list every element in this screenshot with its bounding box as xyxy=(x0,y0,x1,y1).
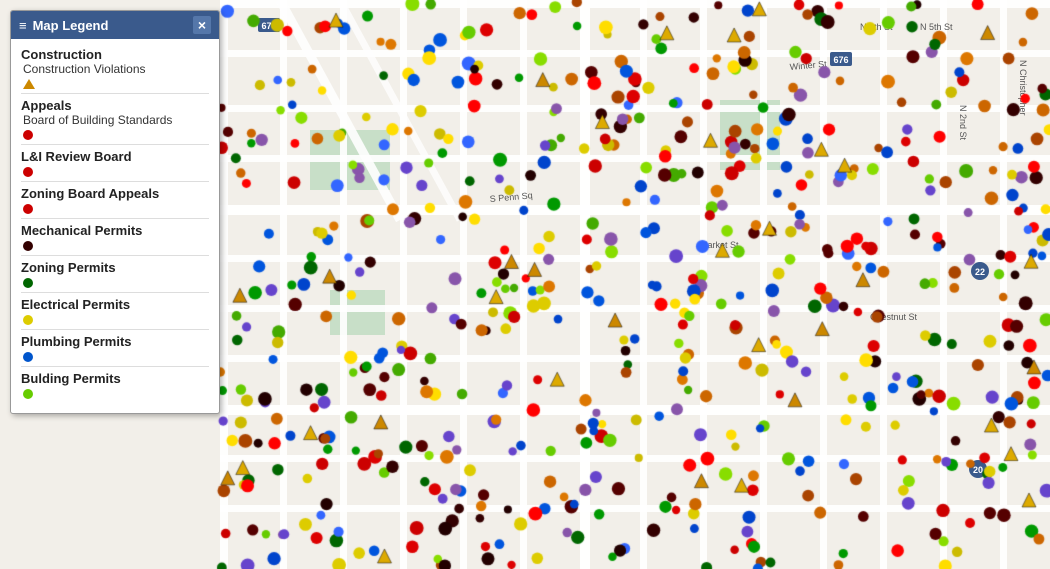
legend-category-zoning-permits: Zoning Permits xyxy=(21,260,209,288)
legend-category-appeals: Appeals Board of Building Standards xyxy=(21,98,209,140)
dot-icon-li xyxy=(23,167,33,177)
legend-category-title-mechanical: Mechanical Permits xyxy=(21,223,209,238)
legend-header: ≡ Map Legend × xyxy=(11,11,219,39)
legend-item-electrical xyxy=(23,315,209,325)
legend-item-zoning-permits xyxy=(23,278,209,288)
svg-text:N 6th St: N 6th St xyxy=(860,22,893,32)
legend-category-construction: Construction Construction Violations xyxy=(21,47,209,89)
legend-category-title-building: Bulding Permits xyxy=(21,371,209,386)
legend-panel: ≡ Map Legend × Construction Construction… xyxy=(10,10,220,414)
dot-icon-zoning-board xyxy=(23,204,33,214)
svg-text:N 5th St: N 5th St xyxy=(920,22,953,32)
legend-category-li: L&I Review Board xyxy=(21,149,209,177)
legend-item-plumbing xyxy=(23,352,209,362)
svg-text:Chestnut St: Chestnut St xyxy=(870,312,918,322)
legend-category-title-zoning-permits: Zoning Permits xyxy=(21,260,209,275)
svg-text:N 2nd St: N 2nd St xyxy=(958,105,968,141)
dot-icon-plumbing xyxy=(23,352,33,362)
legend-category-building: Bulding Permits xyxy=(21,371,209,399)
legend-item-li xyxy=(23,167,209,177)
triangle-icon-construction xyxy=(23,79,35,89)
legend-title: Map Legend xyxy=(33,18,109,33)
legend-body: Construction Construction Violations App… xyxy=(11,39,219,413)
legend-sub-bbs: Board of Building Standards xyxy=(23,113,209,127)
map-container: 676 676 22 20 S Penn Sq Market St Chestn… xyxy=(0,0,1050,569)
dot-icon-zoning-permits xyxy=(23,278,33,288)
legend-item-construction-violations xyxy=(23,79,209,89)
legend-category-title-appeals: Appeals xyxy=(21,98,209,113)
hamburger-icon: ≡ xyxy=(19,18,27,33)
legend-category-mechanical: Mechanical Permits xyxy=(21,223,209,251)
legend-category-electrical: Electrical Permits xyxy=(21,297,209,325)
svg-text:22: 22 xyxy=(975,267,985,277)
dot-icon-electrical xyxy=(23,315,33,325)
svg-text:20: 20 xyxy=(973,465,983,475)
legend-category-title-plumbing: Plumbing Permits xyxy=(21,334,209,349)
svg-text:N Christopher: N Christopher xyxy=(1018,60,1028,116)
dot-icon-mechanical xyxy=(23,241,33,251)
legend-item-bbs xyxy=(23,130,209,140)
legend-category-title-zoning-board: Zoning Board Appeals xyxy=(21,186,209,201)
legend-sub-violations: Construction Violations xyxy=(23,62,209,76)
dot-icon-bbs xyxy=(23,130,33,140)
legend-category-title: Construction xyxy=(21,47,209,62)
legend-category-title-li: L&I Review Board xyxy=(21,149,209,164)
svg-text:676: 676 xyxy=(833,55,848,65)
legend-header-title: ≡ Map Legend xyxy=(19,18,108,33)
svg-text:Market St: Market St xyxy=(700,240,739,250)
legend-category-plumbing: Plumbing Permits xyxy=(21,334,209,362)
legend-close-button[interactable]: × xyxy=(193,16,211,34)
legend-item-building xyxy=(23,389,209,399)
svg-text:676: 676 xyxy=(261,21,276,31)
legend-category-zoning-board: Zoning Board Appeals xyxy=(21,186,209,214)
legend-item-mechanical xyxy=(23,241,209,251)
legend-category-title-electrical: Electrical Permits xyxy=(21,297,209,312)
legend-item-zoning-board xyxy=(23,204,209,214)
dot-icon-building xyxy=(23,389,33,399)
